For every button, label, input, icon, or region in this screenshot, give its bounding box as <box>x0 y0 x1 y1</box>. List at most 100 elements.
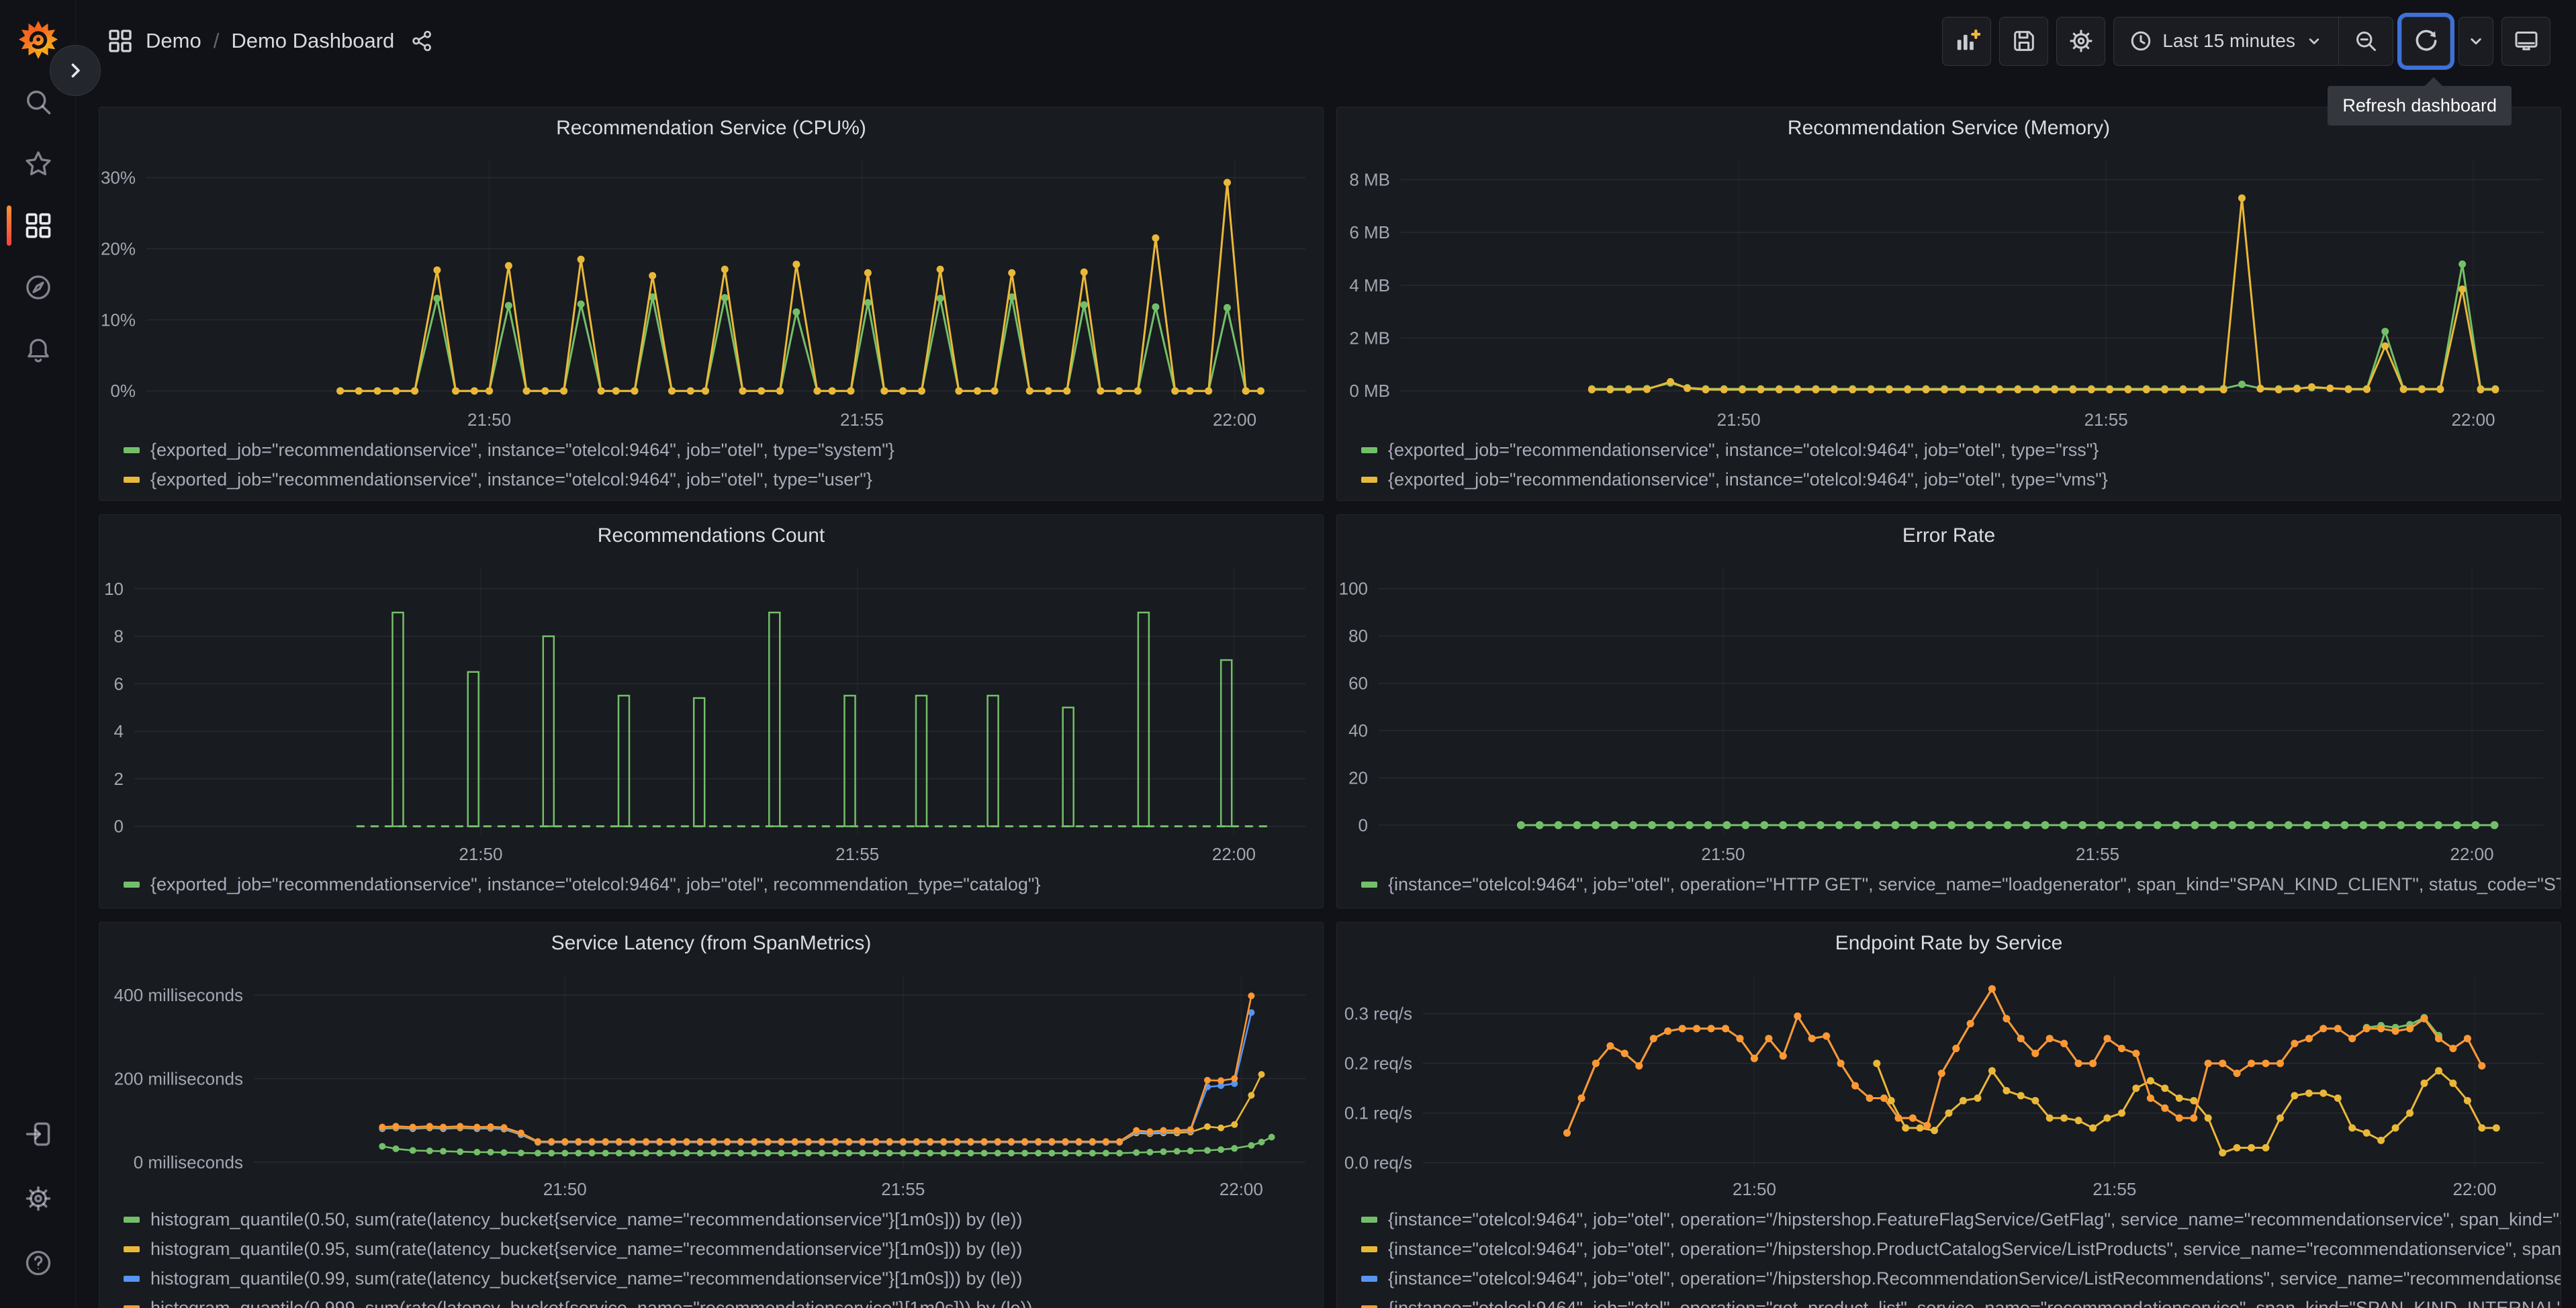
dashboards-grid-icon <box>26 213 50 238</box>
recommendations-count-legend: {exported_job="recommendationservice", i… <box>99 866 1323 899</box>
svg-text:22:00: 22:00 <box>2450 844 2494 864</box>
svg-text:21:55: 21:55 <box>835 844 879 864</box>
series-color-swatch <box>1361 881 1377 888</box>
top-navigation-bar: Demo / Demo Dashboard Last 15 minutes <box>76 0 2576 82</box>
breadcrumb: Demo / Demo Dashboard <box>107 28 434 54</box>
series-color-swatch <box>1361 1246 1377 1252</box>
legend-item[interactable]: {instance="otelcol:9464", job="otel", op… <box>1361 1205 2561 1234</box>
legend-item[interactable]: {exported_job="recommendationservice", i… <box>1361 465 2561 494</box>
svg-text:40: 40 <box>1348 720 1368 741</box>
svg-text:21:50: 21:50 <box>459 844 502 864</box>
sidebar-item-sign-in[interactable] <box>0 1119 76 1149</box>
memory-chart-legend: {exported_job="recommendationservice", i… <box>1337 431 2561 494</box>
time-range-picker[interactable]: Last 15 minutes <box>2114 17 2338 65</box>
legend-item[interactable]: {instance="otelcol:9464", job="otel", op… <box>1361 1234 2561 1264</box>
breadcrumb-page-title[interactable]: Demo Dashboard <box>231 29 394 53</box>
save-dashboard-button[interactable] <box>1999 16 2049 66</box>
grafana-dashboard: { "app": { "breadcrumb": { "section": "D… <box>0 0 2576 1308</box>
search-icon <box>26 91 50 115</box>
legend-label: {instance="otelcol:9464", job="otel", op… <box>1388 1238 2561 1259</box>
sidebar-item-explore[interactable] <box>0 273 76 302</box>
legend-label: {instance="otelcol:9464", job="otel", op… <box>1388 874 2561 894</box>
compass-icon <box>26 275 50 299</box>
sidebar-item-dashboards[interactable] <box>0 205 76 246</box>
refresh-icon <box>2416 30 2436 51</box>
legend-item[interactable]: {exported_job="recommendationservice", i… <box>1361 435 2561 465</box>
svg-text:22:00: 22:00 <box>1220 1179 1263 1199</box>
legend-item[interactable]: {instance="otelcol:9464", job="otel", op… <box>1361 1293 2561 1308</box>
legend-item[interactable]: {exported_job="recommendationservice", i… <box>124 870 1323 899</box>
recommendations-count-chart-canvas[interactable]: 21:50 21:55 22:00 0 2 4 6 8 10 <box>99 557 1323 866</box>
svg-text:10: 10 <box>104 579 124 599</box>
zoom-out-button[interactable] <box>2339 17 2393 65</box>
add-panel-button[interactable] <box>1942 16 1992 66</box>
legend-label: histogram_quantile(0.99, sum(rate(latenc… <box>150 1268 1023 1289</box>
sidebar-item-alerting[interactable] <box>0 334 76 364</box>
service-latency-chart-canvas[interactable]: 21:50 21:55 22:00 0 milliseconds 200 millise… <box>99 964 1323 1201</box>
svg-text:21:50: 21:50 <box>1717 410 1761 430</box>
gear-icon <box>26 1186 50 1211</box>
legend-label: {exported_job="recommendationservice", i… <box>150 874 1041 894</box>
cycle-view-mode-button[interactable] <box>2501 16 2550 66</box>
legend-item[interactable]: histogram_quantile(0.95, sum(rate(latenc… <box>124 1234 1323 1264</box>
sidebar-item-help[interactable] <box>0 1248 76 1278</box>
sidebar-nav <box>0 87 76 364</box>
breadcrumb-section[interactable]: Demo <box>146 29 201 53</box>
legend-label: histogram_quantile(0.999, sum(rate(laten… <box>150 1297 1033 1308</box>
svg-text:0.0 req/s: 0.0 req/s <box>1344 1153 1412 1173</box>
panel-title[interactable]: Recommendations Count <box>99 515 1323 557</box>
svg-text:4: 4 <box>114 721 124 741</box>
refresh-dashboard-button[interactable] <box>2401 16 2450 66</box>
endpoint-rate-chart-canvas[interactable]: 21:50 21:55 22:00 0.0 req/s 0.1 req/s 0.2 req… <box>1337 964 2561 1201</box>
sidebar-item-settings[interactable] <box>0 1184 76 1213</box>
expand-sidebar-button[interactable] <box>50 45 101 96</box>
legend-item[interactable]: histogram_quantile(0.50, sum(rate(latenc… <box>124 1205 1323 1234</box>
series-color-swatch <box>124 1305 140 1308</box>
legend-item[interactable]: {exported_job="recommendationservice", i… <box>124 465 1323 494</box>
chevron-down-icon <box>2471 38 2481 45</box>
svg-text:200 milliseconds: 200 milliseconds <box>114 1068 243 1088</box>
svg-text:0.3 req/s: 0.3 req/s <box>1344 1004 1412 1024</box>
panel-title[interactable]: Error Rate <box>1337 515 2561 557</box>
refresh-interval-dropdown[interactable] <box>2458 16 2493 66</box>
error-rate-legend: {instance="otelcol:9464", job="otel", op… <box>1337 866 2561 899</box>
memory-chart-canvas[interactable]: 21:50 21:55 22:00 0 MB 2 MB 4 MB 6 MB 8 MB <box>1337 149 2561 431</box>
time-picker-group: Last 15 minutes <box>2113 16 2393 66</box>
dashboard-settings-button[interactable] <box>2056 16 2106 66</box>
svg-text:0: 0 <box>114 816 124 837</box>
series-color-swatch <box>124 881 140 888</box>
svg-text:20%: 20% <box>101 238 136 259</box>
legend-item[interactable]: histogram_quantile(0.999, sum(rate(laten… <box>124 1293 1323 1308</box>
svg-text:6: 6 <box>114 673 124 694</box>
svg-text:22:00: 22:00 <box>2452 410 2495 430</box>
dashboards-grid-icon <box>109 30 132 52</box>
cpu-chart-canvas[interactable]: 21:50 21:55 22:00 0% 10% 20% 30% <box>99 149 1323 431</box>
series-color-swatch <box>124 1216 140 1223</box>
sidebar-item-starred[interactable] <box>0 149 76 179</box>
svg-text:6 MB: 6 MB <box>1349 222 1390 242</box>
panel-title[interactable]: Endpoint Rate by Service <box>1337 923 2561 964</box>
save-icon <box>2013 31 2034 51</box>
legend-label: {exported_job="recommendationservice", i… <box>1388 469 2108 489</box>
legend-item[interactable]: {instance="otelcol:9464", job="otel", op… <box>1361 870 2561 899</box>
svg-text:0.2 req/s: 0.2 req/s <box>1344 1054 1412 1074</box>
legend-item[interactable]: {instance="otelcol:9464", job="otel", op… <box>1361 1264 2561 1293</box>
legend-label: {exported_job="recommendationservice", i… <box>150 439 894 460</box>
error-rate-chart-canvas[interactable]: 21:50 21:55 22:00 0 20 40 60 80 100 <box>1337 557 2561 866</box>
share-icon[interactable] <box>410 29 434 53</box>
sign-in-icon <box>26 1122 50 1146</box>
clock-icon <box>2131 31 2151 51</box>
breadcrumb-separator: / <box>213 29 220 52</box>
legend-item[interactable]: {exported_job="recommendationservice", i… <box>124 435 1323 465</box>
svg-text:21:55: 21:55 <box>881 1179 925 1199</box>
svg-text:0: 0 <box>1359 815 1368 835</box>
svg-text:8: 8 <box>114 626 124 647</box>
panel-title[interactable]: Service Latency (from SpanMetrics) <box>99 923 1323 964</box>
panel-title[interactable]: Recommendation Service (CPU%) <box>99 107 1323 149</box>
svg-text:21:50: 21:50 <box>543 1179 587 1199</box>
service-latency-legend: histogram_quantile(0.50, sum(rate(latenc… <box>99 1201 1323 1308</box>
legend-item[interactable]: histogram_quantile(0.99, sum(rate(latenc… <box>124 1264 1323 1293</box>
gear-icon <box>2070 30 2092 52</box>
svg-text:8 MB: 8 MB <box>1349 170 1390 190</box>
series-color-swatch <box>1361 1216 1377 1223</box>
